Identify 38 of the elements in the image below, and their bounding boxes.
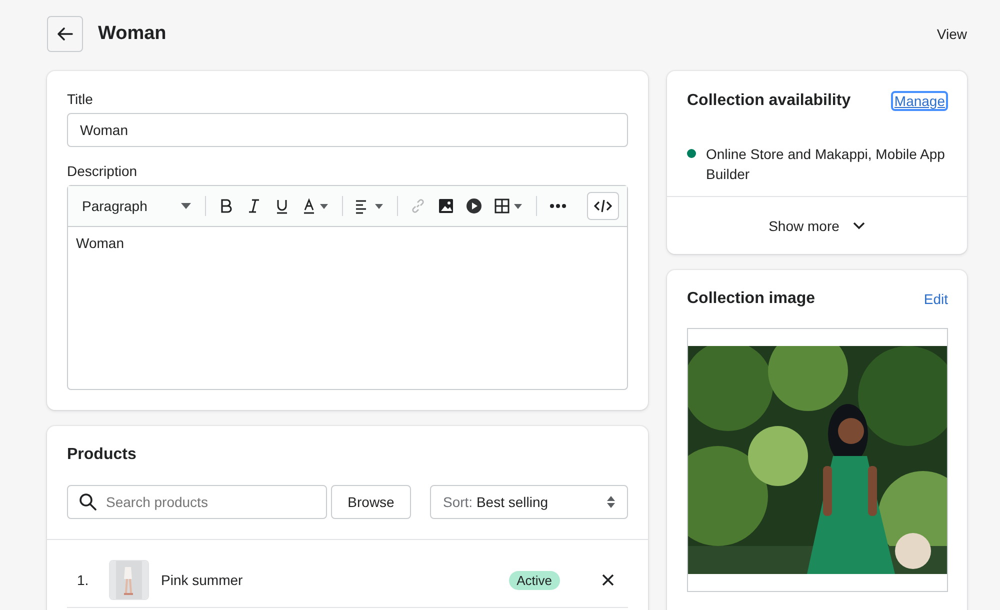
close-icon <box>602 574 614 586</box>
card-heading: Collection image <box>687 290 816 308</box>
sort-select[interactable]: Sort: Best selling <box>430 485 628 519</box>
channel-name: Online Store and Makappi, Mobile App Builder <box>706 145 946 184</box>
caret-icon <box>181 203 192 209</box>
view-link[interactable]: View <box>936 26 967 42</box>
code-icon <box>594 199 612 213</box>
card-heading: Products <box>66 446 138 464</box>
manage-link[interactable]: Manage <box>891 91 948 111</box>
align-icon[interactable] <box>355 198 386 214</box>
code-view-button[interactable] <box>587 192 619 220</box>
back-button[interactable] <box>47 16 83 52</box>
product-name: Pink summer <box>161 572 244 588</box>
field-label: Description <box>67 163 138 179</box>
chevron-down-icon <box>853 222 866 230</box>
image-icon[interactable] <box>438 198 454 214</box>
table-icon[interactable] <box>494 198 524 214</box>
page-title: Woman <box>98 23 168 45</box>
browse-button[interactable]: Browse <box>331 485 411 519</box>
title-field[interactable]: Woman <box>67 113 628 147</box>
status-badge: Active <box>508 570 560 590</box>
product-row[interactable]: 1. Pink summer Active <box>67 560 628 608</box>
field-label: Title <box>67 91 94 107</box>
edit-link[interactable]: Edit <box>924 291 948 307</box>
remove-button[interactable] <box>600 572 616 588</box>
card-heading: Collection availability <box>687 92 851 110</box>
row-number: 1. <box>76 572 90 588</box>
back-arrow-icon <box>56 25 74 43</box>
description-text[interactable]: Woman <box>76 235 124 251</box>
text-color-icon[interactable] <box>302 198 330 214</box>
more-icon[interactable] <box>549 203 568 209</box>
bold-icon[interactable] <box>218 198 234 214</box>
search-field[interactable]: Search products <box>67 485 327 519</box>
format-dropdown[interactable]: Paragraph <box>80 198 194 214</box>
play-icon[interactable] <box>466 198 482 214</box>
select-arrows-icon <box>607 496 615 508</box>
show-more-button[interactable]: Show more <box>667 196 967 254</box>
search-icon <box>79 493 97 511</box>
